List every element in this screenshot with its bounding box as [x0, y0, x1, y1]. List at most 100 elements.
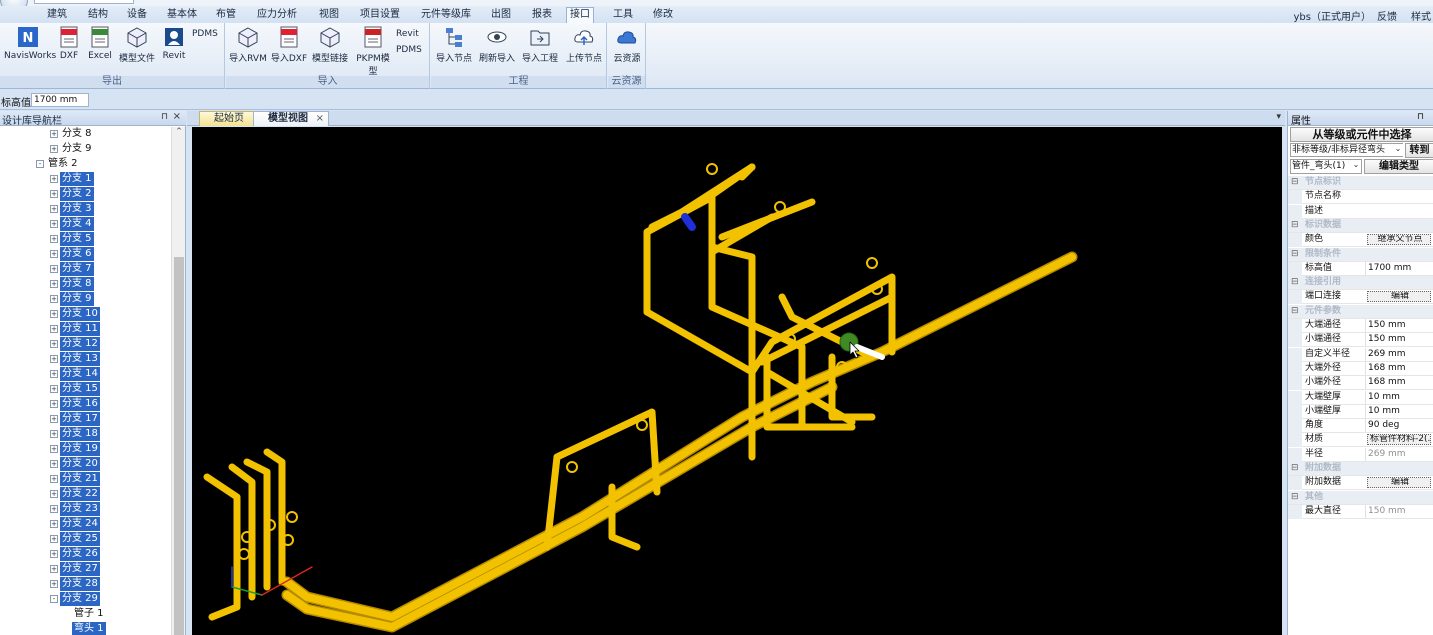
expand-icon[interactable]: + — [50, 445, 58, 453]
style-menu[interactable]: 样式 — [1411, 8, 1431, 23]
expand-icon[interactable]: + — [50, 385, 58, 393]
expand-icon[interactable]: + — [50, 505, 58, 513]
expand-icon[interactable]: + — [50, 205, 58, 213]
import-node-button[interactable]: 导入节点 — [433, 26, 475, 64]
tree-item[interactable]: + 分支 19 — [50, 442, 100, 457]
expand-icon[interactable]: + — [50, 310, 58, 318]
property-row[interactable]: 颜色 继承父节点 — [1288, 233, 1433, 248]
expand-icon[interactable]: + — [50, 460, 58, 468]
quick-access-toolbar[interactable] — [34, 0, 134, 4]
property-value[interactable]: 90 deg — [1365, 419, 1433, 433]
property-category[interactable]: ⊟ 节点标识 — [1288, 176, 1433, 190]
property-category[interactable]: ⊟ 连接引用 — [1288, 276, 1433, 291]
property-row[interactable]: 最大直径 150 mm — [1288, 504, 1433, 519]
refresh-import-button[interactable]: 刷新导入 — [477, 26, 517, 64]
expand-icon[interactable]: + — [50, 415, 58, 423]
collapse-icon[interactable]: ⊟ — [1291, 462, 1301, 475]
model-link-button[interactable]: 模型链接 — [310, 26, 350, 64]
property-value[interactable]: 150 mm — [1365, 504, 1433, 518]
menu-tab[interactable]: 基本体 — [163, 8, 201, 23]
expand-icon[interactable]: + — [50, 490, 58, 498]
property-row[interactable]: 自定义半径 269 mm — [1288, 347, 1433, 362]
property-category[interactable]: ⊟ 标识数据 — [1288, 218, 1433, 233]
tree-item[interactable]: - 管系 2 — [36, 157, 80, 172]
expand-icon[interactable]: + — [50, 145, 58, 153]
tree-item[interactable]: + 分支 16 — [50, 397, 100, 412]
expand-icon[interactable]: + — [50, 565, 58, 573]
expand-icon[interactable]: + — [50, 235, 58, 243]
property-row[interactable]: 描述 — [1288, 204, 1433, 219]
expand-icon[interactable]: + — [50, 265, 58, 273]
property-row[interactable]: 大端壁厚 10 mm — [1288, 390, 1433, 405]
tree-item[interactable]: + 分支 18 — [50, 427, 100, 442]
tree-item[interactable]: + 分支 17 — [50, 412, 100, 427]
collapse-icon[interactable]: ⊟ — [1291, 491, 1301, 504]
tree-item[interactable]: + 分支 9 — [50, 142, 94, 157]
property-row[interactable]: 附加数据 编辑 — [1288, 476, 1433, 491]
expand-icon[interactable]: + — [50, 475, 58, 483]
menu-tab[interactable]: 设备 — [123, 8, 151, 23]
expand-icon[interactable]: + — [50, 325, 58, 333]
property-value[interactable]: 269 mm — [1365, 447, 1433, 461]
property-value[interactable]: 10 mm — [1365, 390, 1433, 404]
edit-type-button[interactable]: 编辑类型 — [1364, 159, 1433, 174]
expand-icon[interactable]: + — [50, 580, 58, 588]
chevron-down-icon[interactable]: ⌄ — [1393, 144, 1403, 156]
import-project-button[interactable]: 导入工程 — [519, 26, 561, 64]
tree-item[interactable]: + 分支 20 — [50, 457, 100, 472]
collapse-icon[interactable]: ⊟ — [1291, 248, 1301, 261]
menu-tab[interactable]: 结构 — [83, 8, 113, 23]
property-value[interactable]: 168 mm — [1365, 361, 1433, 375]
pin-icon[interactable]: ⊓ — [1417, 112, 1424, 122]
tree-item[interactable]: + 分支 28 — [50, 577, 100, 592]
expand-icon[interactable]: + — [50, 130, 58, 138]
navigator-scrollbar[interactable]: ⌃ — [171, 127, 185, 635]
tree-item[interactable]: + 分支 21 — [50, 472, 100, 487]
import-rvm-button[interactable]: 导入RVM — [228, 26, 268, 64]
upload-node-button[interactable]: 上传节点 — [563, 26, 605, 64]
expand-icon[interactable]: + — [50, 400, 58, 408]
menu-tab[interactable]: 建筑 — [42, 8, 72, 23]
tree-item[interactable]: + 分支 1 — [50, 172, 94, 187]
property-row[interactable]: 材质 标管件材料-2(... — [1288, 433, 1433, 448]
collapse-icon[interactable]: ⊟ — [1291, 219, 1301, 232]
scrollbar-thumb[interactable] — [174, 257, 184, 635]
tree-item[interactable]: + 分支 22 — [50, 487, 100, 502]
user-label[interactable]: ybs（正式用户） — [1294, 8, 1371, 23]
collapse-icon[interactable]: ⊟ — [1291, 305, 1301, 318]
menu-tab[interactable]: 工具 — [610, 8, 636, 23]
tree-item[interactable]: + 分支 27 — [50, 562, 100, 577]
collapse-icon[interactable]: ⊟ — [1291, 276, 1301, 289]
property-row[interactable]: 端口连接 编辑 — [1288, 290, 1433, 305]
expand-icon[interactable]: + — [50, 280, 58, 288]
tree-item[interactable]: 管子 1 — [72, 607, 106, 622]
tab-model-view[interactable]: 模型视图 × — [253, 111, 329, 126]
tree-item[interactable]: + 分支 26 — [50, 547, 100, 562]
property-value[interactable]: 150 mm — [1365, 333, 1433, 347]
select-from-grade-button[interactable]: 从等级或元件中选择 — [1290, 127, 1433, 142]
property-value[interactable]: 1700 mm — [1365, 261, 1433, 275]
tree-item[interactable]: + 分支 11 — [50, 322, 100, 337]
expand-icon[interactable]: + — [50, 370, 58, 378]
tree-item[interactable]: + 分支 10 — [50, 307, 100, 322]
tab-start-page[interactable]: 起始页 — [199, 111, 261, 126]
property-edit-button[interactable]: 编辑 — [1367, 291, 1431, 303]
expand-icon[interactable]: + — [50, 550, 58, 558]
expand-icon[interactable]: + — [50, 220, 58, 228]
feedback-link[interactable]: 反馈 — [1377, 8, 1397, 23]
property-row[interactable]: 角度 90 deg — [1288, 419, 1433, 434]
property-row[interactable]: 大端外径 168 mm — [1288, 361, 1433, 376]
tree-item[interactable]: + 分支 4 — [50, 217, 94, 232]
tree-item[interactable]: + 分支 15 — [50, 382, 100, 397]
property-row[interactable]: 小端壁厚 10 mm — [1288, 404, 1433, 419]
tree-item[interactable]: + 分支 3 — [50, 202, 94, 217]
expand-icon[interactable]: + — [50, 190, 58, 198]
property-edit-button[interactable]: 继承父节点 — [1367, 234, 1431, 246]
tree-item[interactable]: + 分支 8 — [50, 127, 94, 142]
menu-tab[interactable]: 接口 — [566, 7, 594, 23]
tree-item[interactable]: + 分支 5 — [50, 232, 94, 247]
property-category[interactable]: ⊟ 元件参数 — [1288, 304, 1433, 319]
tree-item[interactable]: + 分支 12 — [50, 337, 100, 352]
close-icon[interactable]: × — [173, 111, 181, 122]
property-value[interactable]: 269 mm — [1365, 347, 1433, 361]
